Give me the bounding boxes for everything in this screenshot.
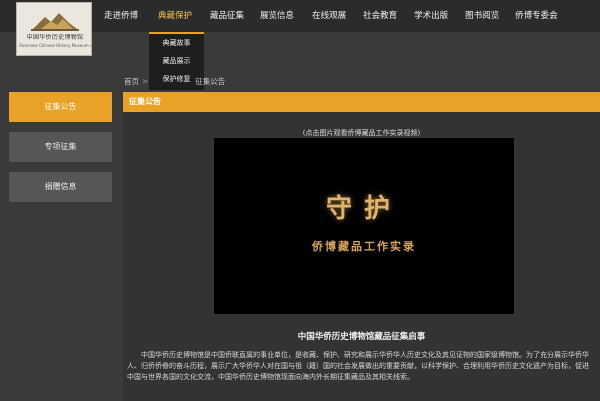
nav-item-committee[interactable]: 侨博专委会 xyxy=(515,0,558,32)
nav-item-zoujin[interactable]: 走进侨博 xyxy=(104,0,138,32)
video-subtitle: 侨博藏品工作实录 xyxy=(312,240,416,253)
museum-logo[interactable]: 中国华侨历史博物馆 Overseas Chinese History Museu… xyxy=(16,2,92,56)
page: 走进侨博 典藏保护 藏品征集 展览信息 在线观展 社会教育 学术出版 图书阅览 … xyxy=(0,0,600,401)
video-title: 守护 xyxy=(325,194,402,224)
main-nav: 走进侨博 典藏保护 藏品征集 展览信息 在线观展 社会教育 学术出版 图书阅览 … xyxy=(98,0,558,32)
sidebar-item-announcement[interactable]: 征集公告 xyxy=(9,92,112,122)
sidebar-item-donation[interactable]: 捐赠信息 xyxy=(9,172,112,202)
section-title: 征集公告 xyxy=(129,97,161,106)
article-title: 中国华侨历史博物馆藏品征集启事 xyxy=(297,332,426,342)
section-header-bar: 征集公告 xyxy=(123,92,600,112)
video-thumbnail[interactable]: 守护 侨博藏品工作实录 xyxy=(214,138,514,314)
breadcrumb: 首页 > 征集公告 xyxy=(124,76,225,87)
breadcrumb-current: 征集公告 xyxy=(195,77,226,86)
dropdown-item-display[interactable]: 藏品展示 xyxy=(149,52,204,70)
nav-item-education[interactable]: 社会教育 xyxy=(363,0,397,32)
main-content: 征集公告 (点击图片观看侨博藏品工作实录视频) 守护 侨博藏品工作实录 中国华侨… xyxy=(123,92,600,401)
sidebar-item-special[interactable]: 专项征集 xyxy=(9,132,112,162)
nav-item-library[interactable]: 图书阅览 xyxy=(465,0,499,32)
nav-item-zhanlan[interactable]: 展览信息 xyxy=(260,0,294,32)
nav-item-online[interactable]: 在线观展 xyxy=(312,0,346,32)
breadcrumb-separator: > xyxy=(142,77,149,86)
dropdown-accent-bar xyxy=(149,32,204,34)
nav-item-zhengji[interactable]: 藏品征集 xyxy=(210,0,244,32)
mountain-logo-icon xyxy=(31,13,79,31)
video-caption: (点击图片观看侨博藏品工作实录视频) xyxy=(302,129,421,137)
nav-item-academic[interactable]: 学术出版 xyxy=(414,0,448,32)
article-body: 中国华侨历史博物馆是中国侨联直属的事业单位，是收藏、保护、研究和展示华侨华人历史… xyxy=(127,351,589,381)
nav-item-diancang[interactable]: 典藏保护 xyxy=(158,0,192,32)
dropdown-item-stories[interactable]: 典藏故事 xyxy=(149,34,204,52)
logo-name-en: Overseas Chinese History Museum of China xyxy=(19,43,91,48)
breadcrumb-home[interactable]: 首页 xyxy=(124,77,139,86)
sidebar: 征集公告 专项征集 捐赠信息 xyxy=(9,92,112,212)
logo-name-cn: 中国华侨历史博物馆 xyxy=(26,34,84,41)
